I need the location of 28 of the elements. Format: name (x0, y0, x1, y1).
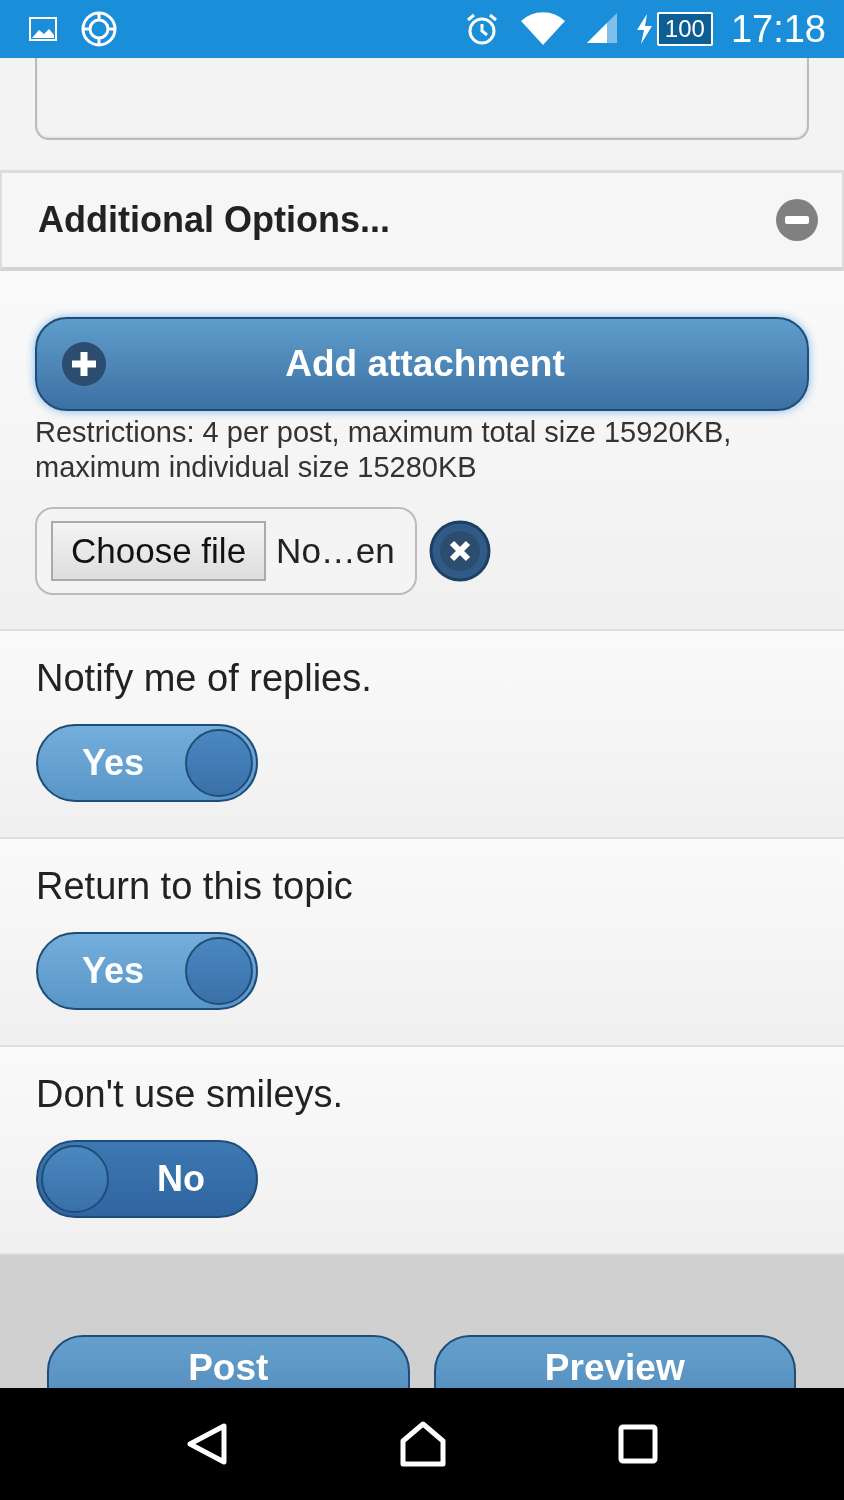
image-icon (28, 15, 58, 43)
plus-icon (61, 341, 107, 387)
message-field[interactable] (35, 58, 809, 140)
wifi-icon (520, 11, 565, 47)
signal-icon (586, 13, 619, 45)
restrictions-text: Restrictions: 4 per post, maximum total size 15920KB, maximum individual size 15280KB (35, 415, 733, 485)
file-input[interactable]: Choose file No…en (35, 507, 417, 595)
form-button[interactable]: Preview (433, 1335, 796, 1388)
file-name: No…en (276, 531, 395, 571)
lifebuoy-icon (80, 10, 118, 48)
home-icon[interactable] (399, 1421, 447, 1467)
form-button[interactable]: Post (47, 1335, 410, 1388)
toggle-switch[interactable]: No (36, 1140, 258, 1218)
battery-level: 100 (656, 12, 713, 46)
option-label: Notify me of replies. (36, 657, 373, 700)
choose-file-button[interactable]: Choose file (51, 521, 267, 581)
recent-apps-icon[interactable] (618, 1424, 659, 1464)
clock: 17:18 (730, 7, 826, 51)
toggle-switch[interactable]: Yes (36, 932, 258, 1010)
collapse-icon[interactable] (776, 199, 818, 241)
remove-icon[interactable] (428, 520, 491, 582)
charging-icon (634, 14, 653, 44)
option-label: Don't use smileys. (36, 1073, 345, 1116)
alarm-icon (464, 12, 499, 46)
option-label: Return to this topic (36, 865, 354, 908)
back-icon[interactable] (185, 1422, 228, 1466)
add-attachment-button[interactable]: Add attachment (35, 317, 809, 411)
toggle-switch[interactable]: Yes (36, 724, 258, 802)
